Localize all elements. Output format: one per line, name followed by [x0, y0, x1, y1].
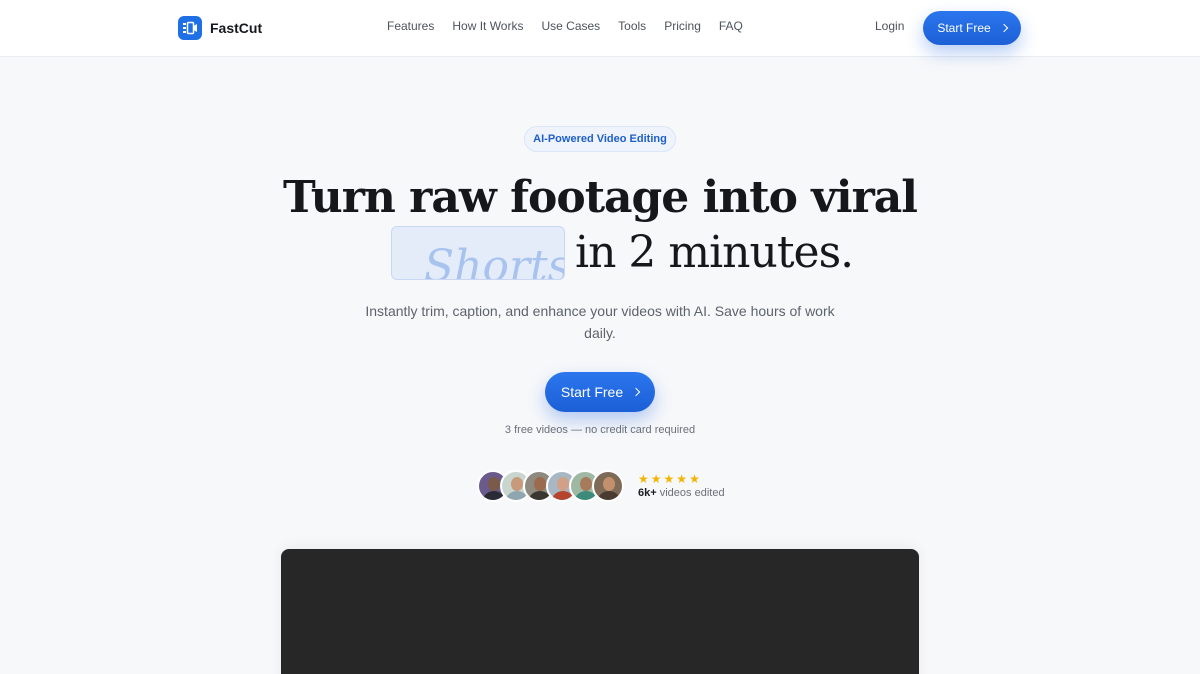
brand-name: FastCut [210, 20, 263, 36]
star-icon: ★ [689, 472, 700, 486]
header-start-free-label: Start Free [937, 21, 991, 35]
proof-text: ★ ★ ★ ★ ★ 6k+ videos edited [638, 473, 725, 500]
star-icon: ★ [663, 472, 675, 486]
feature-badge: AI-Powered Video Editing [524, 126, 676, 152]
nav-how-it-works[interactable]: How It Works [452, 19, 523, 33]
demo-video-frame[interactable] [281, 549, 919, 674]
nav-use-cases[interactable]: Use Cases [541, 19, 600, 33]
top-nav-bar: FastCut Features How It Works Use Cases … [0, 0, 1200, 57]
free-trial-note: 3 free videos — no credit card required [504, 424, 696, 436]
headline-line-2: Shorts in 2 minutes. [391, 226, 854, 280]
social-proof: ★ ★ ★ ★ ★ 6k+ videos edited [477, 469, 725, 503]
hero-subtitle: Instantly trim, caption, and enhance you… [365, 303, 835, 341]
star-icon: ★ [676, 472, 688, 486]
main-nav: Features How It Works Use Cases Tools Pr… [387, 19, 743, 33]
videos-edited-count: 6k+ videos edited [638, 487, 725, 499]
headline-suffix: in 2 minutes. [575, 227, 854, 278]
rotating-word: Shorts [424, 241, 565, 280]
nav-tools[interactable]: Tools [618, 19, 646, 33]
nav-features[interactable]: Features [387, 19, 434, 33]
chevron-right-icon [999, 23, 1008, 33]
hero-start-free-label: Start Free [560, 384, 624, 400]
rating-stars: ★ ★ ★ ★ ★ [638, 473, 725, 486]
chevron-right-icon [631, 387, 641, 397]
video-cut-icon [178, 16, 202, 40]
avatar-stack [477, 470, 624, 502]
count-value: 6k+ [638, 487, 657, 499]
header-start-free-button[interactable]: Start Free [923, 11, 1021, 45]
brand-logo-link[interactable]: FastCut [178, 16, 262, 40]
star-icon: ★ [638, 472, 649, 486]
headline-line-1: Turn raw footage into viral [283, 172, 918, 223]
avatar [592, 470, 624, 502]
nav-faq[interactable]: FAQ [719, 19, 743, 33]
login-link[interactable]: Login [875, 19, 904, 33]
rotating-word-box: Shorts [391, 226, 565, 280]
count-label: videos edited [659, 487, 725, 499]
star-icon: ★ [650, 472, 662, 486]
hero-start-free-button[interactable]: Start Free [545, 372, 655, 412]
nav-pricing[interactable]: Pricing [664, 19, 701, 33]
